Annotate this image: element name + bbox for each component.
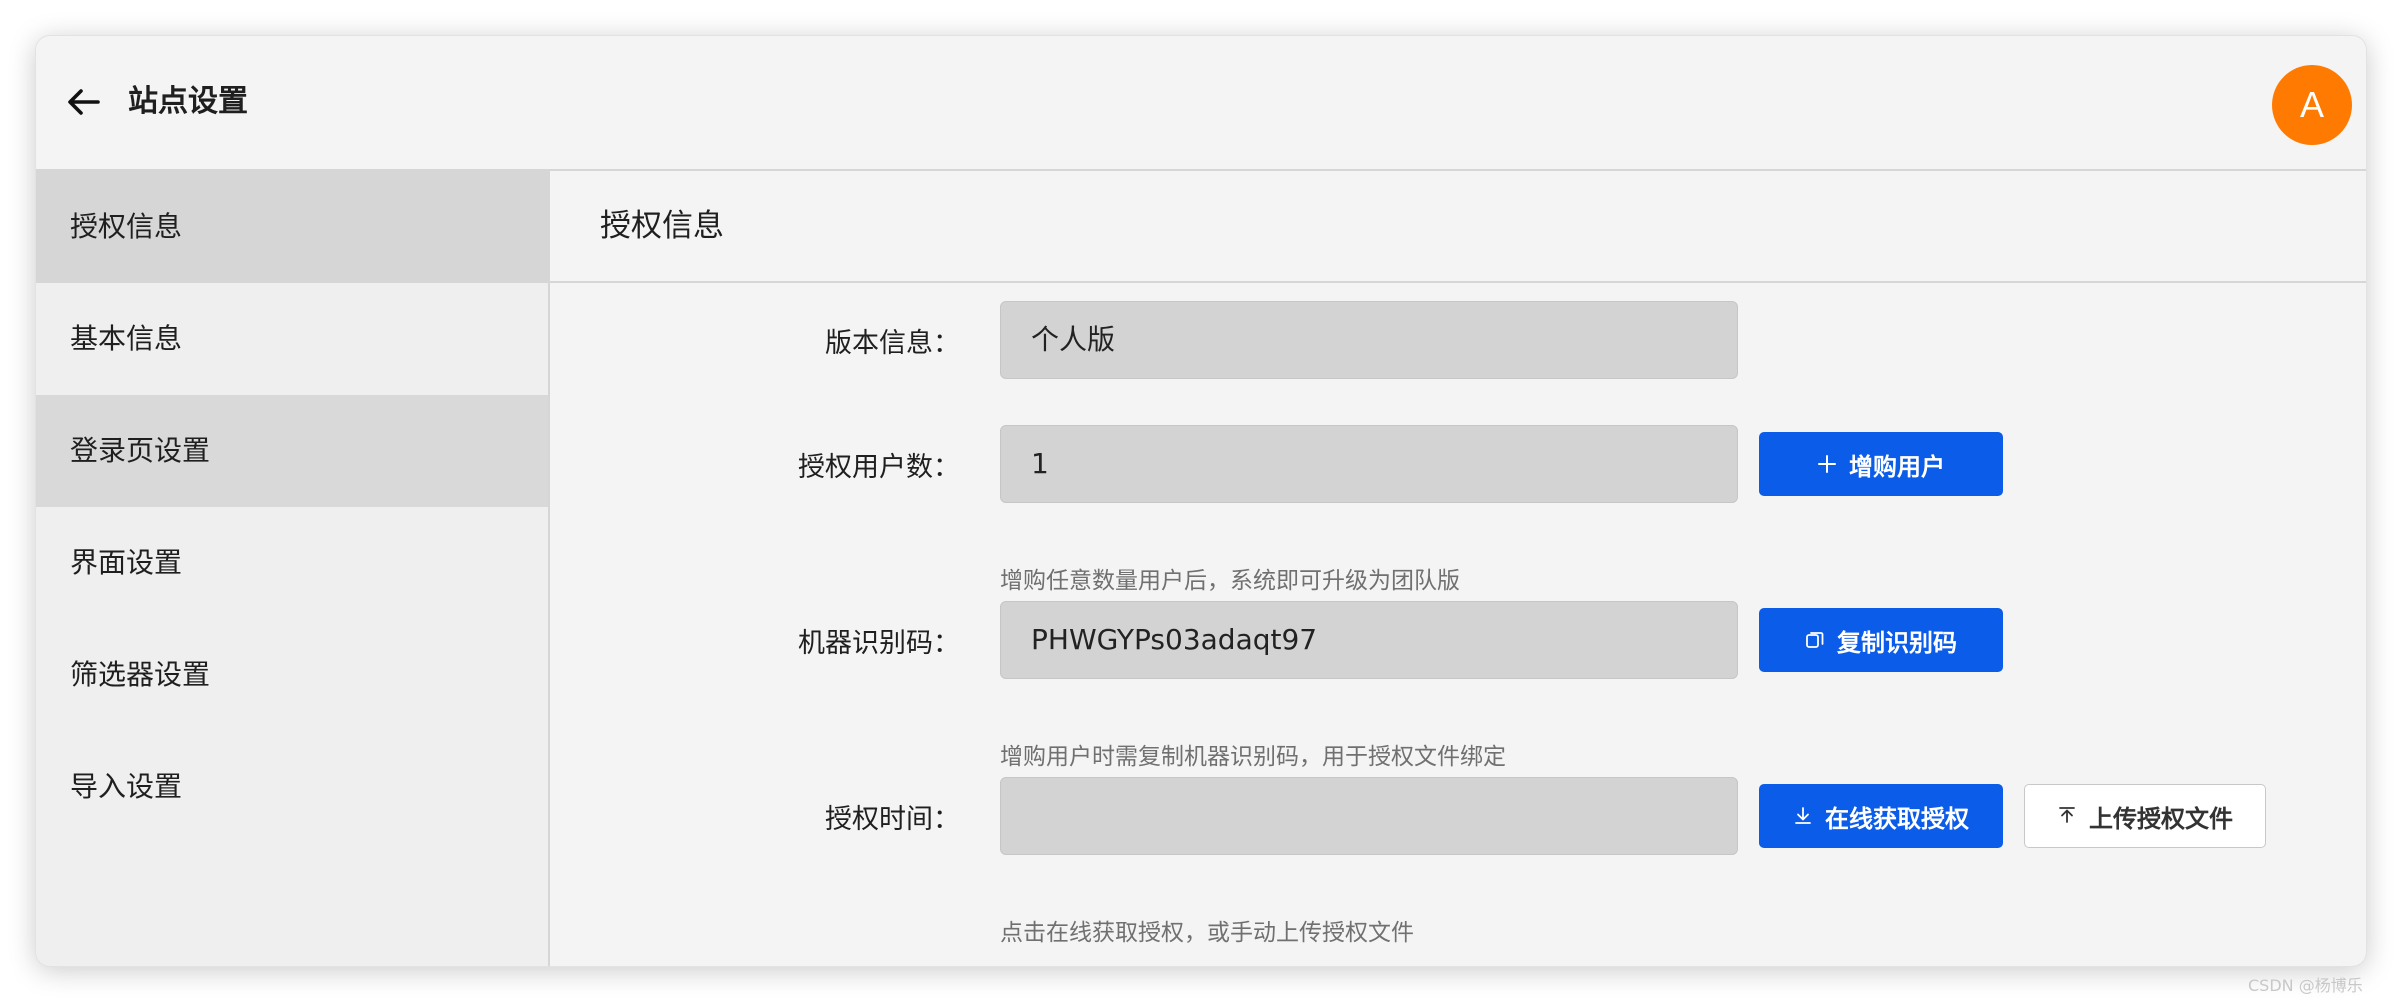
settings-window: 站点设置 A 授权信息 基本信息 登录页设置 界面设置 筛选器设置 导入设置 授… xyxy=(36,36,2366,966)
version-label-wrap: 版本信息： xyxy=(550,301,960,381)
users-field: 1 xyxy=(1000,425,1738,503)
version-label: 版本信息： xyxy=(825,328,960,359)
upload-license-label: 上传授权文件 xyxy=(2089,805,2233,833)
sidebar-item-login-page[interactable]: 登录页设置 xyxy=(36,395,548,507)
copy-code-label: 复制识别码 xyxy=(1837,629,1957,657)
download-icon xyxy=(1795,807,1811,824)
avatar[interactable]: A xyxy=(2272,65,2352,145)
copy-code-button[interactable]: 复制识别码 xyxy=(1759,608,2003,672)
sidebar-item-license-info[interactable]: 授权信息 xyxy=(36,171,548,283)
plus-icon xyxy=(1818,455,1836,473)
time-hint: 点击在线获取授权，或手动上传授权文件 xyxy=(1000,920,1414,946)
copy-icon xyxy=(1806,632,1824,648)
users-hint: 增购任意数量用户后，系统即可升级为团队版 xyxy=(1000,568,1460,594)
version-field: 个人版 xyxy=(1000,301,1738,379)
users-label-wrap: 授权用户数： xyxy=(550,425,960,505)
sidebar-item-filter[interactable]: 筛选器设置 xyxy=(36,619,548,731)
add-users-label: 增购用户 xyxy=(1849,453,1945,481)
upload-icon xyxy=(2059,807,2075,823)
users-label: 授权用户数： xyxy=(798,452,960,483)
sidebar-item-interface[interactable]: 界面设置 xyxy=(36,507,548,619)
upload-license-button[interactable]: 上传授权文件 xyxy=(2024,784,2266,848)
get-license-online-button[interactable]: 在线获取授权 xyxy=(1759,784,2003,848)
sidebar: 授权信息 基本信息 登录页设置 界面设置 筛选器设置 导入设置 xyxy=(36,171,550,966)
header-bar: 站点设置 A xyxy=(36,36,2366,171)
page-title: 站点设置 xyxy=(128,84,248,119)
add-users-button[interactable]: 增购用户 xyxy=(1759,432,2003,496)
machine-hint: 增购用户时需复制机器识别码，用于授权文件绑定 xyxy=(1000,744,1506,770)
machine-label-wrap: 机器识别码： xyxy=(550,601,960,681)
watermark: CSDN @杨博乐 xyxy=(2248,976,2363,995)
main-panel: 授权信息 版本信息： 个人版 授权用户数： 1 增购用户 增购任意数量用户后，系… xyxy=(550,171,2366,966)
time-label-wrap: 授权时间： xyxy=(550,777,960,857)
sidebar-item-import[interactable]: 导入设置 xyxy=(36,731,548,843)
machine-code-field: PHWGYPs03adaqt97 xyxy=(1000,601,1738,679)
get-license-online-label: 在线获取授权 xyxy=(1825,805,1969,833)
time-label: 授权时间： xyxy=(825,804,960,835)
sidebar-item-basic-info[interactable]: 基本信息 xyxy=(36,283,548,395)
license-time-field xyxy=(1000,777,1738,855)
machine-label: 机器识别码： xyxy=(798,628,960,659)
back-arrow-icon[interactable] xyxy=(62,80,106,124)
section-title: 授权信息 xyxy=(550,171,2366,283)
